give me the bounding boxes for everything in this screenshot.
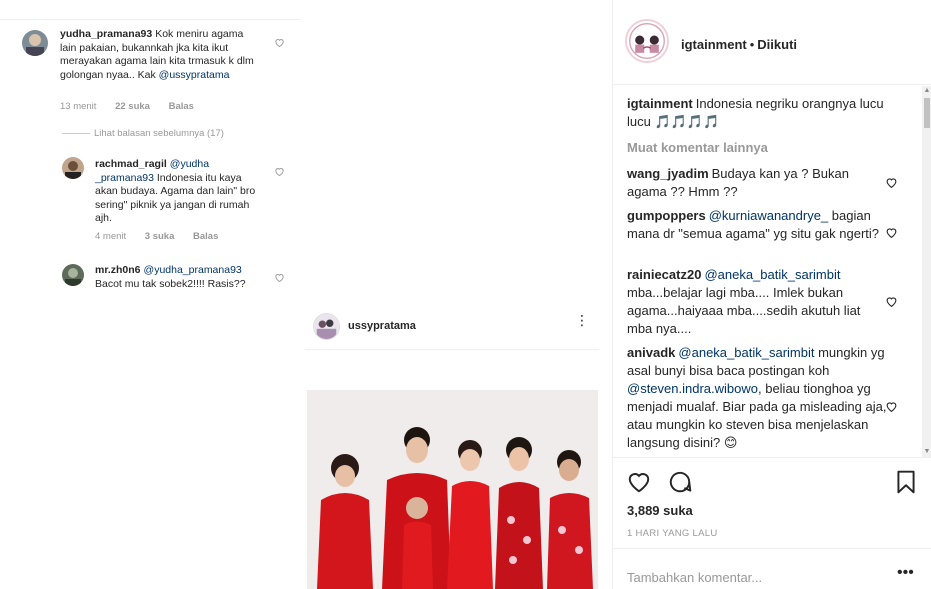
avatar[interactable] <box>313 313 340 340</box>
reply-button[interactable]: Balas <box>169 101 194 112</box>
comment: gumpoppers @kurniawanandrye_ bagian mana … <box>627 207 887 243</box>
reply-button[interactable]: Balas <box>193 231 218 242</box>
scroll-down-arrow-icon[interactable]: ▼ <box>923 448 931 456</box>
scrollbar-thumb[interactable] <box>924 98 930 128</box>
heart-icon[interactable] <box>885 295 898 308</box>
comment-mention[interactable]: @kurniawanandrye_ <box>709 208 828 223</box>
comment-text: mba...belajar lagi mba.... Imlek bukan a… <box>627 285 861 336</box>
comment-text: Bacot mu tak sobek2!!!! Rasis?? <box>95 277 246 290</box>
avatar[interactable] <box>625 19 669 63</box>
follow-status-button[interactable]: Diikuti <box>757 37 797 52</box>
avatar[interactable] <box>62 264 84 286</box>
add-comment-input[interactable] <box>627 568 867 586</box>
left-comment-thread-panel: yudha_pramana93 Kok meniru agama lain pak… <box>0 0 303 589</box>
comment-bubble-icon[interactable] <box>667 469 693 495</box>
post-photo[interactable] <box>307 390 598 589</box>
heart-icon[interactable] <box>274 272 285 283</box>
load-more-comments-button[interactable]: Muat komentar lainnya <box>627 140 768 155</box>
comment: yudha_pramana93 Kok meniru agama lain pak… <box>60 28 260 82</box>
view-previous-replies[interactable]: Lihat balasan sebelumnya (17) <box>62 128 224 139</box>
comment-username[interactable]: wang_jyadim <box>627 166 709 181</box>
post-header: igtainment • Diikuti <box>613 0 931 85</box>
post-timestamp: 1 HARI YANG LALU <box>627 528 718 539</box>
comment-mention[interactable]: @yudha_pramana93 <box>144 264 242 276</box>
post-username[interactable]: ussypratama <box>348 320 416 332</box>
comments-scrollbar[interactable]: ▲ ▼ <box>922 86 931 457</box>
heart-icon[interactable] <box>885 226 898 239</box>
comment-username[interactable]: gumpoppers <box>627 208 706 223</box>
add-comment-bar: ••• <box>613 548 931 589</box>
comment: rachmad_ragil @yudha _pramana93 Indonesia… <box>95 158 267 226</box>
heart-icon[interactable] <box>885 400 898 413</box>
header-username[interactable]: igtainment <box>681 37 747 52</box>
comment-mention[interactable]: @aneka_batik_sarimbit <box>704 267 840 282</box>
action-bar <box>613 457 931 497</box>
caption-username[interactable]: igtainment <box>627 96 693 111</box>
heart-icon[interactable] <box>885 176 898 189</box>
comment-mention[interactable]: @ussypratama <box>159 69 230 81</box>
comment-likes[interactable]: 22 suka <box>115 101 150 112</box>
header-user-line: igtainment • Diikuti <box>681 37 798 52</box>
more-dots-icon[interactable]: ••• <box>897 565 914 581</box>
heart-icon[interactable] <box>274 166 285 177</box>
bookmark-icon[interactable] <box>893 469 919 495</box>
comment: wang_jyadim Budaya kan ya ? Bukan agama ?… <box>627 165 887 201</box>
heart-icon[interactable] <box>626 469 652 495</box>
comment-likes[interactable]: 3 suka <box>145 231 175 242</box>
comment-username[interactable]: yudha_pramana93 <box>60 28 152 40</box>
comment: mr.zh0n6 @yudha_pramana93 Bacot mu tak so… <box>95 264 267 291</box>
comment-time: 13 menit <box>60 101 97 112</box>
comment-mention[interactable]: @steven.indra.wibowo <box>627 381 758 396</box>
caption: igtainment Indonesia negriku orangnya luc… <box>627 95 887 131</box>
post-header: ussypratama ⋮ <box>305 300 599 350</box>
embedded-post: ussypratama ⋮ <box>305 300 599 589</box>
comment-username[interactable]: rachmad_ragil <box>95 158 167 170</box>
comment: anivadk @aneka_batik_sarimbit mungkin yg … <box>627 344 887 452</box>
comment-username[interactable]: mr.zh0n6 <box>95 264 141 276</box>
likes-count[interactable]: 3,889 suka <box>627 503 693 518</box>
post-sidebar: igtainment • Diikuti igtainment Indonesia n… <box>612 0 931 589</box>
scroll-up-arrow-icon[interactable]: ▲ <box>923 87 931 95</box>
avatar[interactable] <box>62 157 84 179</box>
avatar[interactable] <box>22 30 48 56</box>
comment: rainiecatz20 @aneka_batik_sarimbit mba...… <box>627 266 887 338</box>
comment-meta: 4 menit 3 suka Balas <box>95 231 234 242</box>
more-options-icon[interactable]: ⋮ <box>575 313 589 327</box>
comment-time: 4 menit <box>95 231 127 242</box>
top-divider <box>0 0 300 20</box>
comment-username[interactable]: anivadk <box>627 345 675 360</box>
comment-username[interactable]: rainiecatz20 <box>627 267 701 282</box>
comments-list: igtainment Indonesia negriku orangnya luc… <box>613 86 931 457</box>
comment-mention[interactable]: @aneka_batik_sarimbit <box>678 345 814 360</box>
heart-icon[interactable] <box>274 37 285 48</box>
comment-meta: 13 menit 22 suka Balas <box>60 101 210 112</box>
